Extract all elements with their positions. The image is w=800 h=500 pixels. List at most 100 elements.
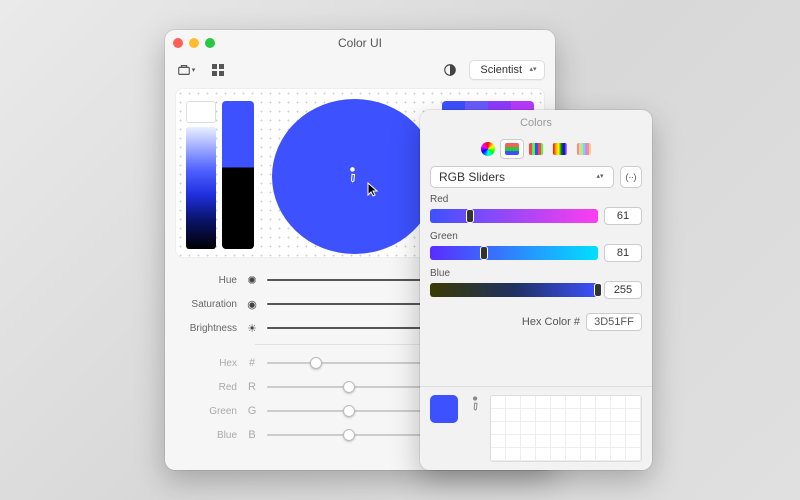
- titlebar: Color UI: [165, 30, 555, 56]
- slider-mode-label: RGB Sliders: [439, 170, 505, 184]
- rgb-slider-blue[interactable]: [430, 283, 598, 297]
- swatch-cell[interactable]: [551, 422, 566, 435]
- swatch-cell[interactable]: [491, 422, 506, 435]
- swatch-cell[interactable]: [536, 422, 551, 435]
- rgb-value-green[interactable]: 81: [604, 244, 642, 262]
- rgb-value-red[interactable]: 61: [604, 207, 642, 225]
- slider-label: Green: [179, 406, 237, 417]
- swatch-cell[interactable]: [596, 409, 611, 422]
- swatch-cell[interactable]: [551, 448, 566, 461]
- slider-thumb[interactable]: [310, 357, 322, 369]
- slider-icon: G: [245, 405, 259, 417]
- swatch-cell[interactable]: [626, 435, 641, 448]
- swatch-cell[interactable]: [566, 448, 581, 461]
- swatch-cell[interactable]: [596, 448, 611, 461]
- swatch-cell[interactable]: [536, 448, 551, 461]
- pencils-icon: [577, 143, 591, 155]
- swatch-cell[interactable]: [566, 396, 581, 409]
- swatch-cell[interactable]: [611, 396, 626, 409]
- slider-thumb[interactable]: [343, 381, 355, 393]
- swatch-cell[interactable]: [506, 435, 521, 448]
- slider-icon: ✺: [245, 274, 259, 287]
- swatch-cell[interactable]: [551, 396, 566, 409]
- swatch-cell[interactable]: [611, 409, 626, 422]
- swatch-cell[interactable]: [626, 448, 641, 461]
- swatch-cell[interactable]: [566, 422, 581, 435]
- swatch-cell[interactable]: [581, 409, 596, 422]
- tab-image[interactable]: [549, 140, 571, 158]
- swatch-cell[interactable]: [536, 396, 551, 409]
- tab-wheel[interactable]: [477, 140, 499, 158]
- swatch-split[interactable]: [222, 101, 254, 249]
- swatch-cell[interactable]: [611, 422, 626, 435]
- swatch-gradient[interactable]: [186, 127, 216, 249]
- swatch-cell[interactable]: [521, 396, 536, 409]
- hex-label: Hex Color #: [522, 316, 580, 328]
- slider-mode-popup[interactable]: RGB Sliders ▴▾: [430, 166, 614, 188]
- library-button[interactable]: ▾: [175, 60, 197, 80]
- swatch-cell[interactable]: [626, 409, 641, 422]
- swatch-cell[interactable]: [581, 435, 596, 448]
- swatch-cell[interactable]: [491, 409, 506, 422]
- swatch-grid[interactable]: [490, 395, 642, 462]
- swatch-cell[interactable]: [581, 396, 596, 409]
- slider-label: Hex: [179, 358, 237, 369]
- rgb-slider-red[interactable]: [430, 209, 598, 223]
- swatch-cell[interactable]: [521, 448, 536, 461]
- swatch-cell[interactable]: [626, 396, 641, 409]
- swatch-cell[interactable]: [506, 448, 521, 461]
- swatch-cell[interactable]: [566, 435, 581, 448]
- minimize-icon[interactable]: [189, 38, 199, 48]
- close-icon[interactable]: [173, 38, 183, 48]
- slider-thumb[interactable]: [343, 429, 355, 441]
- swatch-cell[interactable]: [536, 409, 551, 422]
- tab-sliders[interactable]: [501, 140, 523, 158]
- slider-icon: B: [245, 429, 259, 441]
- tab-palettes[interactable]: [525, 140, 547, 158]
- slider-icon: #: [245, 357, 259, 369]
- swatch-cell[interactable]: [611, 435, 626, 448]
- rgb-thumb-green[interactable]: [481, 247, 487, 259]
- rgb-value-blue[interactable]: 255: [604, 281, 642, 299]
- slider-thumb[interactable]: [343, 405, 355, 417]
- swatch-white[interactable]: [186, 101, 216, 123]
- rgb-thumb-red[interactable]: [467, 210, 473, 222]
- zoom-icon[interactable]: [205, 38, 215, 48]
- swatch-cell[interactable]: [491, 396, 506, 409]
- swatch-cell[interactable]: [521, 435, 536, 448]
- swatch-cell[interactable]: [566, 409, 581, 422]
- appearance-button[interactable]: [439, 60, 461, 80]
- eyedropper-button[interactable]: [463, 392, 486, 415]
- current-color-swatch[interactable]: [430, 395, 458, 423]
- swatch-cell[interactable]: [506, 422, 521, 435]
- swatch-cell[interactable]: [596, 422, 611, 435]
- swatch-cell[interactable]: [551, 409, 566, 422]
- swatch-cell[interactable]: [596, 435, 611, 448]
- theme-popup-label: Scientist: [480, 64, 522, 76]
- swatch-cell[interactable]: [491, 448, 506, 461]
- palettes-icon: [529, 143, 543, 155]
- rgb-thumb-blue[interactable]: [595, 284, 601, 296]
- swatch-cell[interactable]: [626, 422, 641, 435]
- colors-titlebar[interactable]: Colors: [420, 110, 652, 136]
- grid-button[interactable]: [207, 60, 229, 80]
- swatch-cell[interactable]: [551, 435, 566, 448]
- swatch-cell[interactable]: [536, 435, 551, 448]
- swatch-cell[interactable]: [596, 396, 611, 409]
- swatch-cell[interactable]: [521, 409, 536, 422]
- tab-pencils[interactable]: [573, 140, 595, 158]
- colors-tabs: [420, 136, 652, 160]
- swatch-cell[interactable]: [506, 396, 521, 409]
- swatch-cell[interactable]: [581, 422, 596, 435]
- rgb-slider-green[interactable]: [430, 246, 598, 260]
- theme-popup[interactable]: Scientist ▴▾: [469, 60, 545, 80]
- swatch-cell[interactable]: [611, 448, 626, 461]
- swatch-cell[interactable]: [581, 448, 596, 461]
- colors-footer: [420, 386, 652, 470]
- hex-field[interactable]: 3D51FF: [586, 313, 642, 331]
- spectrum-icon: [553, 143, 567, 155]
- swatch-cell[interactable]: [491, 435, 506, 448]
- color-options-button[interactable]: (∙∙): [620, 166, 642, 188]
- swatch-cell[interactable]: [506, 409, 521, 422]
- swatch-cell[interactable]: [521, 422, 536, 435]
